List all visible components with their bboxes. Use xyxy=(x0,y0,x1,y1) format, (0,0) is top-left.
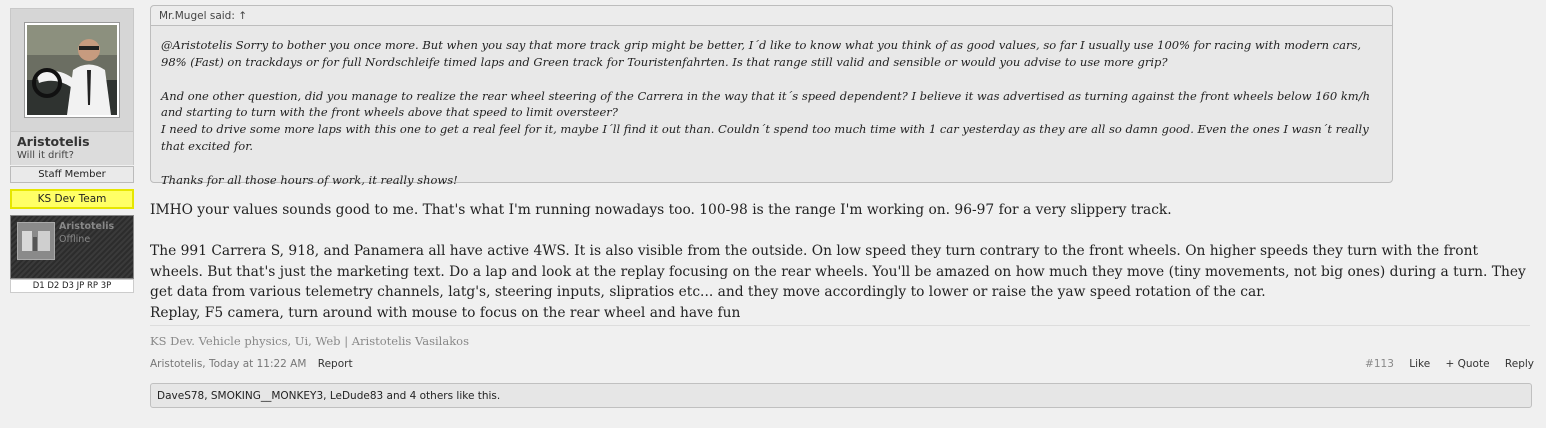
message-user-info: Aristotelis Will it drift? Staff Member … xyxy=(10,8,134,293)
staff-member-banner: Staff Member xyxy=(10,166,134,183)
likes-summary[interactable]: DaveS78, SMOKING__MONKEY3, LeDude83 and … xyxy=(150,383,1532,408)
card-status: Offline xyxy=(59,234,91,245)
quote-paragraph: And one other question, did you manage t… xyxy=(161,88,1370,120)
reply-button[interactable]: Reply xyxy=(1505,358,1534,370)
card-username: Aristotelis xyxy=(59,221,115,232)
quote-content: @Aristotelis Sorry to bother you once mo… xyxy=(151,26,1392,189)
card-avatar-image xyxy=(18,223,54,259)
message-meta: Aristotelis, Today at 11:22 AM Report #1… xyxy=(150,358,1534,370)
ks-dev-team-banner: KS Dev Team xyxy=(10,189,134,209)
quote-paragraph: Thanks for all those hours of work, it r… xyxy=(161,172,458,187)
quote-button[interactable]: + Quote xyxy=(1446,358,1490,370)
message-paragraph: Replay, F5 camera, turn around with mous… xyxy=(150,304,741,321)
user-title: Will it drift? xyxy=(17,150,74,161)
quote-paragraph: @Aristotelis Sorry to bother you once mo… xyxy=(161,38,1362,69)
user-status-card: Aristotelis Offline xyxy=(10,215,134,279)
message-text: IMHO your values sounds good to me. That… xyxy=(150,200,1530,323)
quote-paragraph: I need to drive some more laps with this… xyxy=(161,122,1369,153)
author-timestamp[interactable]: Aristotelis, Today at 11:22 AM xyxy=(150,358,306,370)
card-avatar xyxy=(17,222,55,260)
user-signature: KS Dev. Vehicle physics, Ui, Web | Arist… xyxy=(150,325,1530,348)
like-button[interactable]: Like xyxy=(1409,358,1430,370)
post-number-link[interactable]: #113 xyxy=(1365,358,1394,370)
avatar[interactable] xyxy=(24,22,120,118)
quote-block: Mr.Mugel said: ↑ @Aristotelis Sorry to b… xyxy=(150,5,1393,187)
card-tags: D1 D2 D3 JP RP 3P xyxy=(10,279,134,293)
message-paragraph: The 991 Carrera S, 918, and Panamera all… xyxy=(150,243,1526,300)
avatar-image xyxy=(27,25,117,115)
username-block: Aristotelis Will it drift? xyxy=(10,132,134,165)
username-link[interactable]: Aristotelis xyxy=(17,134,127,149)
quote-attribution[interactable]: Mr.Mugel said: ↑ xyxy=(151,6,1392,26)
avatar-container xyxy=(10,8,134,132)
report-link[interactable]: Report xyxy=(318,358,353,370)
message-paragraph: IMHO your values sounds good to me. That… xyxy=(150,202,1172,218)
